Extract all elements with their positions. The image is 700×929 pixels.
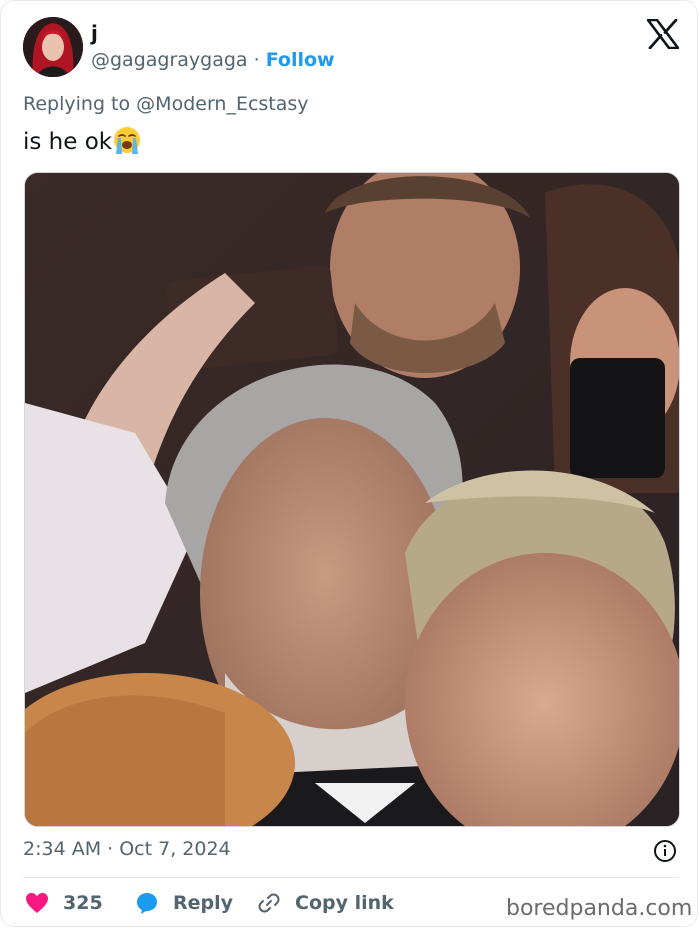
like-count: 325	[63, 892, 103, 914]
replying-to-line: Replying to @Modern_Ecstasy	[23, 93, 309, 115]
tweet-timestamp[interactable]: 2:34 AM · Oct 7, 2024	[23, 838, 231, 860]
loudly-crying-face-icon	[114, 127, 141, 154]
divider	[23, 877, 679, 878]
reply-label: Reply	[173, 892, 234, 914]
tweet-card: j @gagagraygaga · Follow Replying to @Mo…	[0, 0, 698, 927]
heart-icon	[26, 893, 48, 913]
x-logo-icon[interactable]	[647, 19, 679, 49]
tweet-photo[interactable]	[24, 172, 680, 827]
display-name[interactable]: j	[91, 21, 98, 45]
avatar[interactable]	[23, 17, 83, 77]
follow-button[interactable]: Follow	[266, 49, 335, 71]
photo-crowd-scene-icon	[25, 173, 679, 826]
user-handle[interactable]: @gagagraygaga	[91, 49, 248, 71]
handle-row: @gagagraygaga · Follow	[91, 49, 335, 71]
link-icon	[258, 893, 280, 913]
copy-link-label: Copy link	[295, 892, 394, 914]
tweet-text-body: is he ok	[23, 129, 113, 155]
avatar-image	[23, 17, 83, 77]
separator-dot: ·	[253, 49, 260, 71]
replying-mention[interactable]: @Modern_Ecstasy	[136, 93, 308, 115]
watermark: boredpanda.com	[506, 896, 693, 921]
like-button[interactable]: 325	[25, 889, 103, 917]
tweet-text: is he ok	[23, 125, 142, 155]
replying-prefix: Replying to	[23, 93, 131, 115]
reply-bubble-icon	[137, 893, 157, 914]
info-icon[interactable]	[653, 839, 677, 863]
reply-button[interactable]: Reply	[135, 889, 233, 917]
copy-link-button[interactable]: Copy link	[257, 889, 394, 917]
